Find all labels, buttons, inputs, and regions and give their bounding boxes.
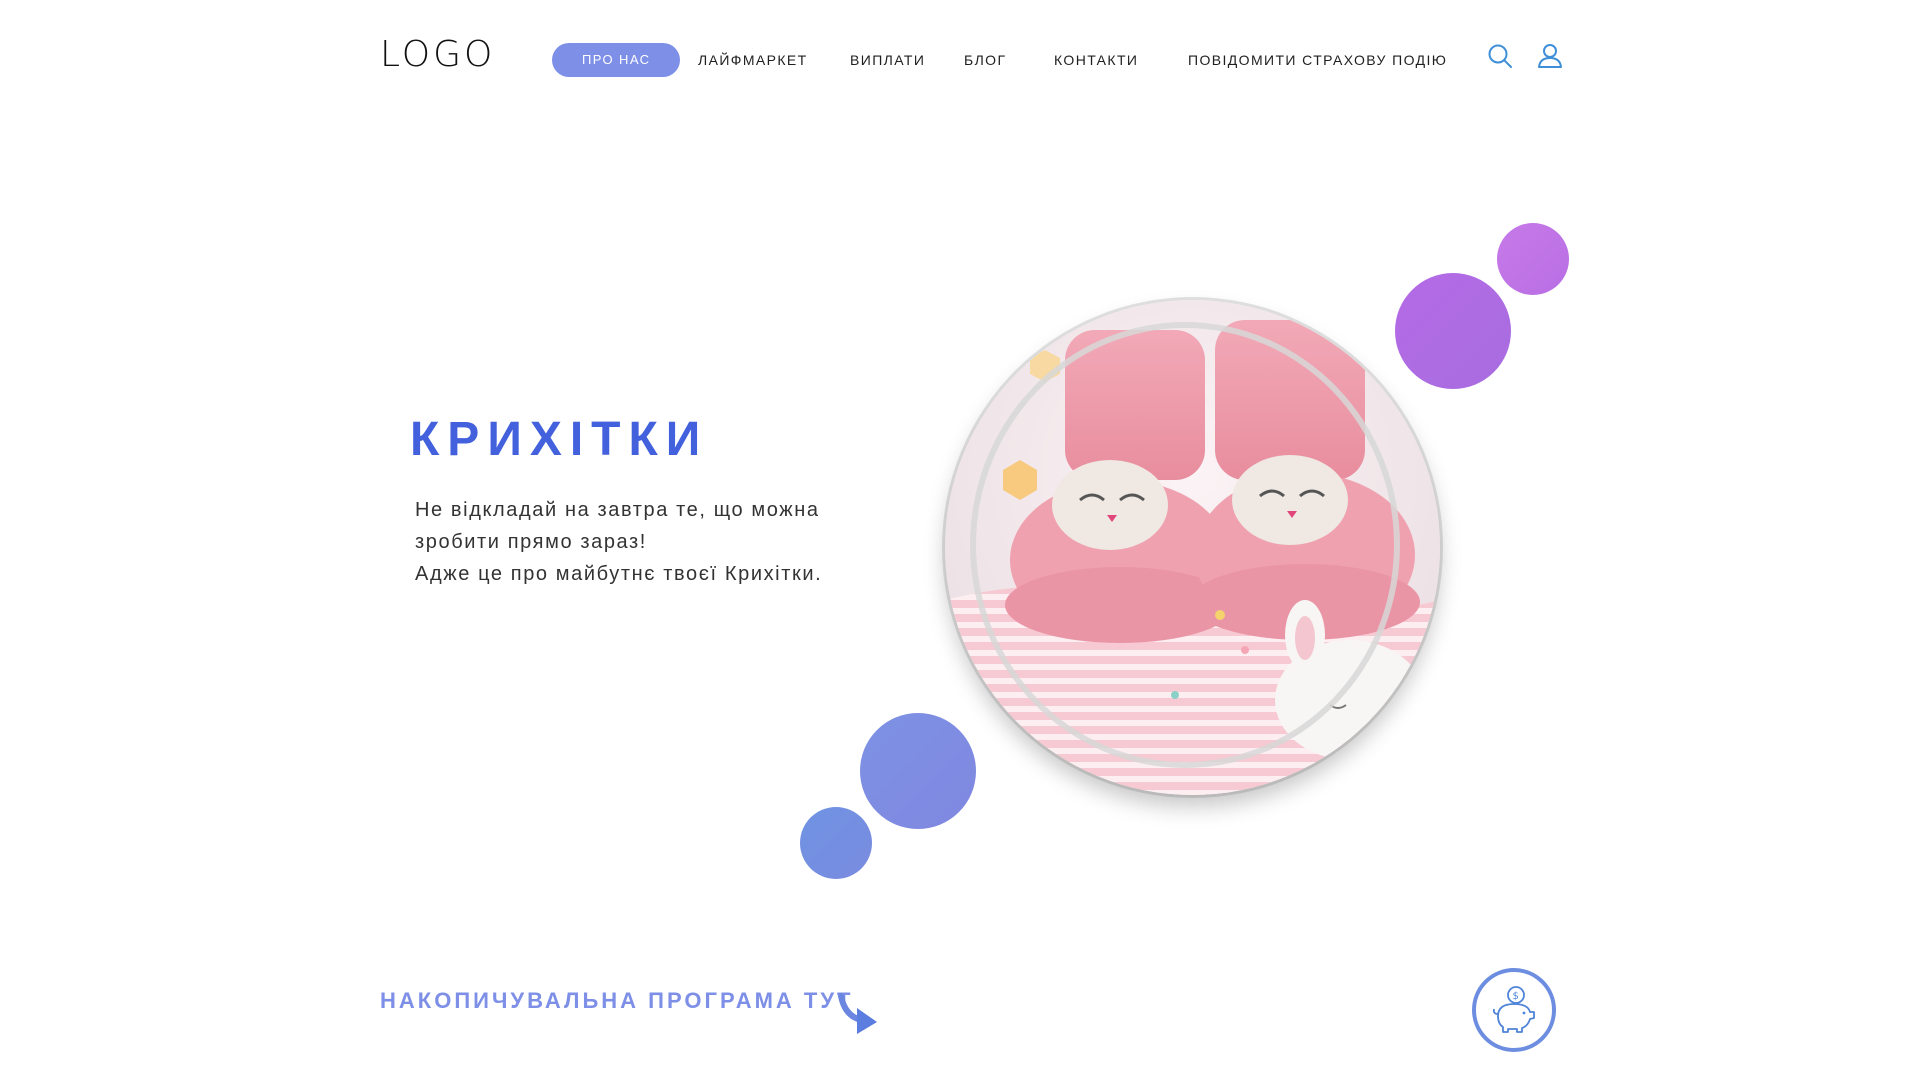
piggy-bank-icon: $	[1492, 986, 1535, 1033]
nav-item-payments[interactable]: ВИПЛАТИ	[850, 43, 925, 77]
nav-item-about[interactable]: ПРО НАС	[552, 43, 681, 77]
hero-description: Не відкладай на завтра те, що можна зроб…	[415, 494, 895, 590]
decor-circle-large-purple	[1395, 273, 1511, 389]
nav-item-contacts[interactable]: КОНТАКТИ	[1054, 43, 1138, 77]
nav-item-lifemarket[interactable]: ЛАЙФМАРКЕТ	[698, 43, 808, 77]
savings-program-link[interactable]: НАКОПИЧУВАЛЬНА ПРОГРАМА ТУТ	[380, 988, 853, 1014]
svg-text:$: $	[1513, 991, 1519, 1002]
search-icon[interactable]	[1486, 42, 1514, 70]
user-icon[interactable]	[1536, 42, 1564, 70]
logo[interactable]: LOGO	[380, 34, 495, 75]
hero-line-1: Не відкладай на завтра те, що можна	[415, 499, 820, 521]
nav-item-report-event[interactable]: ПОВІДОМИТИ СТРАХОВУ ПОДІЮ	[1188, 43, 1447, 77]
nav-item-blog[interactable]: БЛОГ	[964, 43, 1006, 77]
decor-circle-small-blue	[800, 807, 872, 879]
hero-title: КРИХІТКИ	[410, 413, 709, 466]
piggy-bank-button[interactable]: $	[1472, 968, 1556, 1052]
decor-circle-small-purple	[1497, 223, 1569, 295]
hero-line-2: зробити прямо зараз!	[415, 531, 647, 553]
hero-line-3: Адже це про майбутнє твоєї Крихітки.	[415, 563, 823, 585]
curved-arrow-down-icon[interactable]	[835, 988, 885, 1038]
decor-circle-large-blue	[860, 713, 976, 829]
hero-photo-baby-booties	[945, 300, 1440, 795]
